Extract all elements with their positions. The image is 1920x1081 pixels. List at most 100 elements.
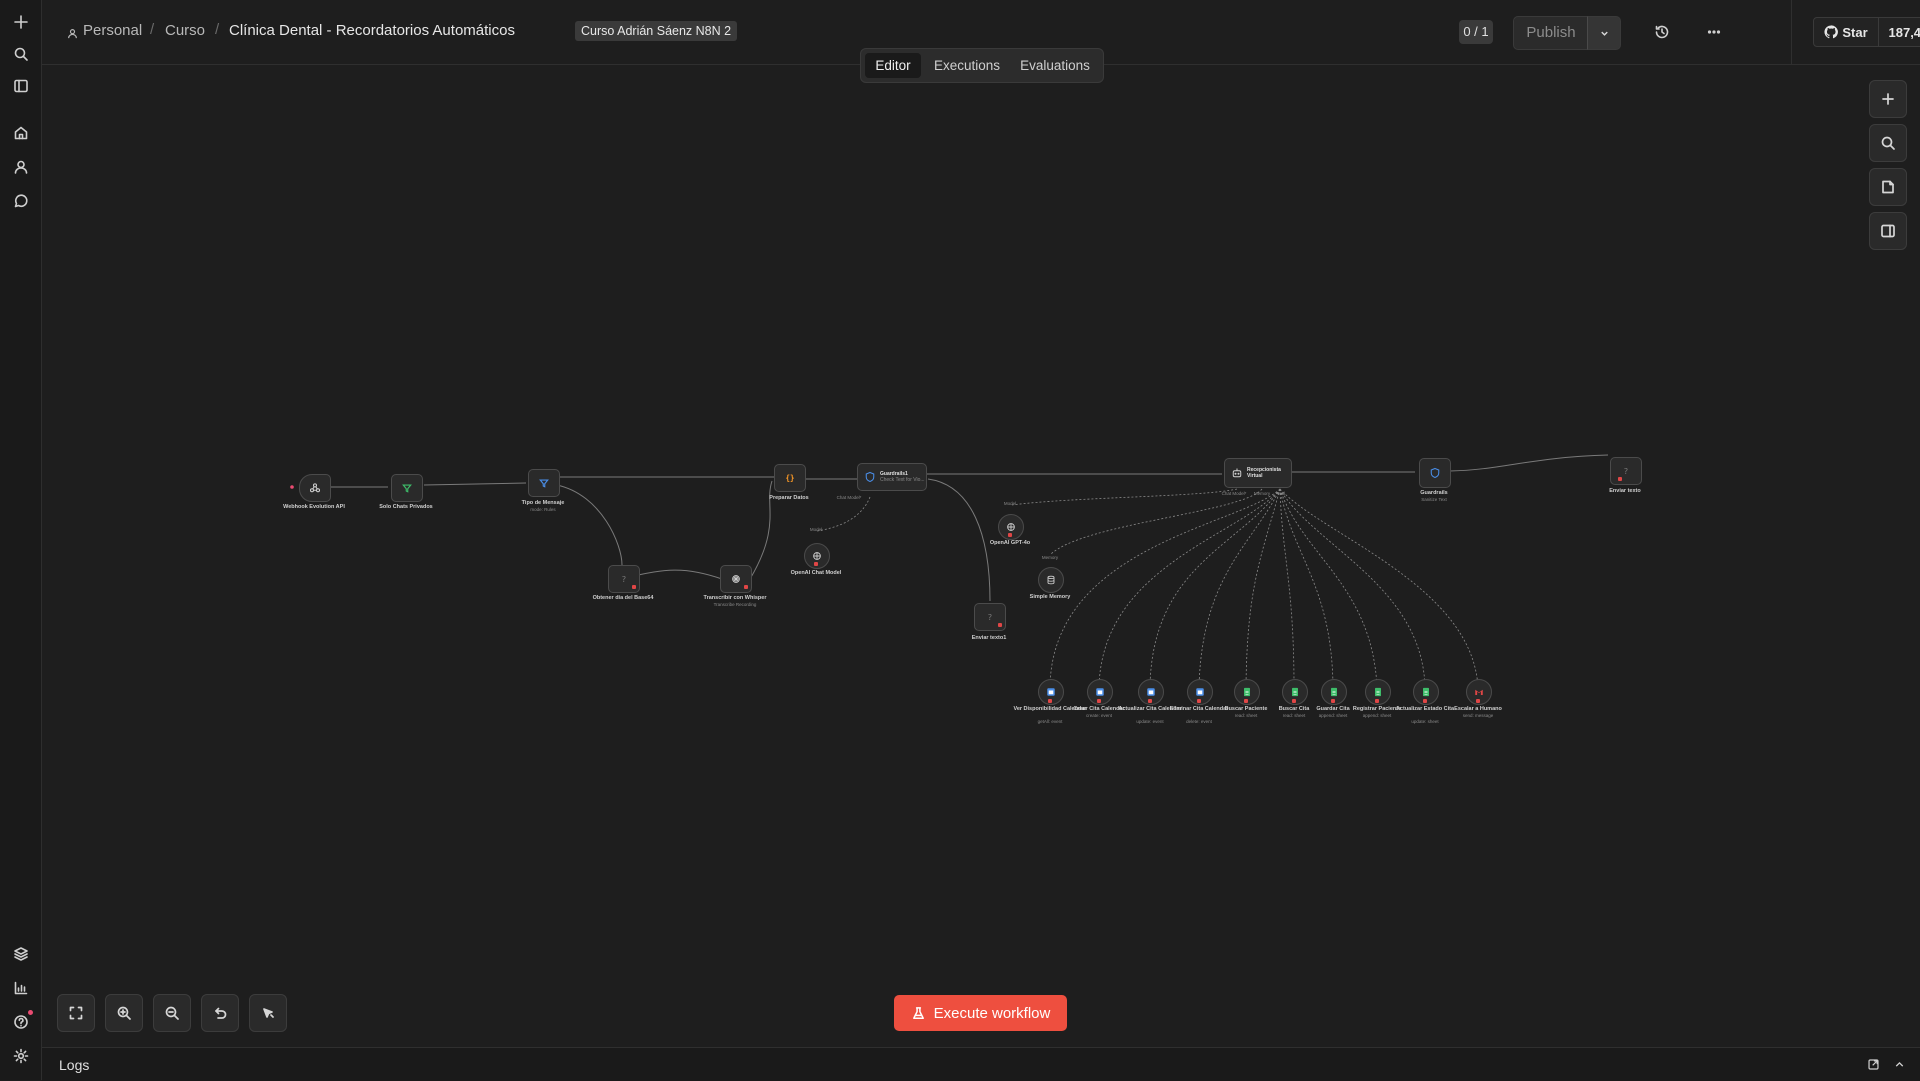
- gmail-icon: [1475, 689, 1483, 695]
- user-icon: [67, 26, 78, 44]
- execute-workflow-label: Execute workflow: [933, 1004, 1051, 1022]
- home-icon[interactable]: [12, 124, 29, 141]
- header-divider: [1791, 0, 1792, 64]
- warning-icon: [632, 585, 636, 589]
- node-guardrails[interactable]: [1419, 458, 1451, 488]
- node-guardrails1[interactable]: Guardrails1 Check Text for Vio...: [857, 463, 927, 491]
- history-button[interactable]: [1652, 22, 1672, 42]
- warning-icon: [1148, 699, 1152, 703]
- node-label: Enviar texto1: [971, 635, 1007, 641]
- database-icon: [1047, 575, 1055, 585]
- node-label: Escalar a Humano: [1454, 706, 1502, 712]
- node-port-label: Model: [1003, 501, 1017, 506]
- chevron-down-icon: [1600, 31, 1608, 36]
- question-icon: ?: [1624, 466, 1628, 476]
- node-enviar-texto[interactable]: ?: [1610, 457, 1642, 485]
- question-icon: ?: [988, 612, 992, 622]
- chevron-up-icon[interactable]: [1893, 1058, 1906, 1076]
- logs-panel[interactable]: Logs: [42, 1047, 1920, 1081]
- node-label: Guardrails: [1420, 490, 1448, 496]
- workflow-tag[interactable]: Curso Adrián Sáenz N8N 2: [575, 21, 738, 41]
- tidy-up-button[interactable]: [249, 994, 287, 1032]
- openai-icon: [1007, 523, 1015, 531]
- github-star-label: Star: [1842, 24, 1868, 40]
- pop-out-icon[interactable]: [1867, 1058, 1880, 1076]
- zoom-out-icon: [165, 1006, 179, 1020]
- workflow-canvas[interactable]: Webhook Evolution API Solo Chats Privado…: [42, 65, 1920, 1047]
- help-icon[interactable]: [12, 1013, 29, 1030]
- plus-icon: [1882, 93, 1894, 105]
- node-subtitle: send: message: [1462, 713, 1494, 718]
- github-star-widget[interactable]: Star 187,470: [1813, 17, 1920, 47]
- templates-icon[interactable]: [12, 945, 29, 962]
- node-label: Enviar texto: [1609, 488, 1641, 494]
- publish-dropdown-button[interactable]: [1587, 16, 1621, 50]
- node-label: OpenAI Chat Model: [790, 570, 842, 576]
- search-nodes-button[interactable]: [1869, 124, 1907, 162]
- warning-icon: [1244, 699, 1248, 703]
- undo-button[interactable]: [201, 994, 239, 1032]
- node-label: Preparar Datos: [769, 495, 809, 501]
- publish-button[interactable]: Publish: [1513, 16, 1589, 50]
- google-sheets-icon: [1375, 687, 1381, 697]
- github-star-count: 187,470: [1888, 24, 1920, 40]
- user-icon[interactable]: [12, 158, 29, 175]
- node-simple-memory[interactable]: [1038, 567, 1064, 593]
- google-calendar-icon: [1147, 688, 1155, 696]
- node-subtitle: getAll: event: [1037, 719, 1063, 724]
- zoom-in-icon: [117, 1006, 131, 1020]
- node-label: Webhook Evolution API: [283, 504, 345, 510]
- warning-icon: [814, 562, 818, 566]
- node-webhook[interactable]: [299, 474, 331, 502]
- notification-dot: [28, 1010, 33, 1015]
- zoom-in-button[interactable]: [105, 994, 143, 1032]
- search-icon[interactable]: [12, 45, 29, 62]
- node-subtitle: append: sheet: [1362, 713, 1392, 718]
- settings-icon[interactable]: [12, 1047, 29, 1064]
- node-preparar-datos[interactable]: {}: [774, 464, 806, 492]
- warning-icon: [1197, 699, 1201, 703]
- svg-text:{}: {}: [785, 474, 794, 483]
- node-port-label: Model: [809, 527, 823, 532]
- toggle-panel-button[interactable]: [1869, 212, 1907, 250]
- filter-icon: [402, 484, 412, 493]
- node-solo-chats[interactable]: [391, 474, 423, 502]
- add-node-button[interactable]: [1869, 80, 1907, 118]
- breadcrumb-personal[interactable]: Personal: [83, 22, 142, 39]
- node-port-label: Chat Model*: [836, 495, 862, 500]
- add-sticky-button[interactable]: [1869, 168, 1907, 206]
- node-tipo-mensaje[interactable]: [528, 469, 560, 497]
- add-icon[interactable]: [12, 13, 29, 30]
- ellipsis-icon: [1707, 30, 1721, 34]
- switch-icon: [539, 479, 549, 488]
- node-subtitle: Sanitize Text: [1421, 497, 1447, 502]
- execute-workflow-button[interactable]: Execute workflow: [894, 995, 1067, 1031]
- node-recepcionista-virtual[interactable]: Recepcionista Virtual: [1224, 458, 1292, 488]
- more-options-button[interactable]: [1704, 22, 1724, 42]
- shield-icon: [1430, 467, 1440, 479]
- github-star-button[interactable]: Star: [1814, 18, 1879, 46]
- left-sidebar: [0, 0, 42, 1080]
- question-icon: ?: [622, 574, 626, 584]
- node-label: Transcribir con Whisper: [703, 595, 767, 601]
- connection-lines: [290, 454, 1609, 688]
- warning-icon: [1476, 699, 1480, 703]
- zoom-out-button[interactable]: [153, 994, 191, 1032]
- google-calendar-icon: [1096, 688, 1104, 696]
- chat-icon[interactable]: [12, 192, 29, 209]
- warning-icon: [1048, 699, 1052, 703]
- svg-text:?: ?: [1624, 466, 1628, 476]
- warning-icon: [1375, 699, 1379, 703]
- node-label: Obtener día del Base64: [592, 595, 654, 601]
- node-label: OpenAI GPT-4o: [989, 540, 1031, 546]
- workflow-title[interactable]: Clínica Dental - Recordatorios Automátic…: [229, 22, 515, 39]
- node-label: Solo Chats Privados: [379, 504, 433, 510]
- breadcrumb-project[interactable]: Curso: [165, 22, 205, 39]
- warning-icon: [1618, 477, 1622, 481]
- zoom-to-fit-button[interactable]: [57, 994, 95, 1032]
- node-subtitle: mode: Rules: [530, 507, 556, 512]
- sticky-note-icon: [1882, 180, 1894, 194]
- sidebar-toggle-icon[interactable]: [12, 77, 29, 94]
- insights-icon[interactable]: [12, 979, 29, 996]
- warning-icon: [1423, 699, 1427, 703]
